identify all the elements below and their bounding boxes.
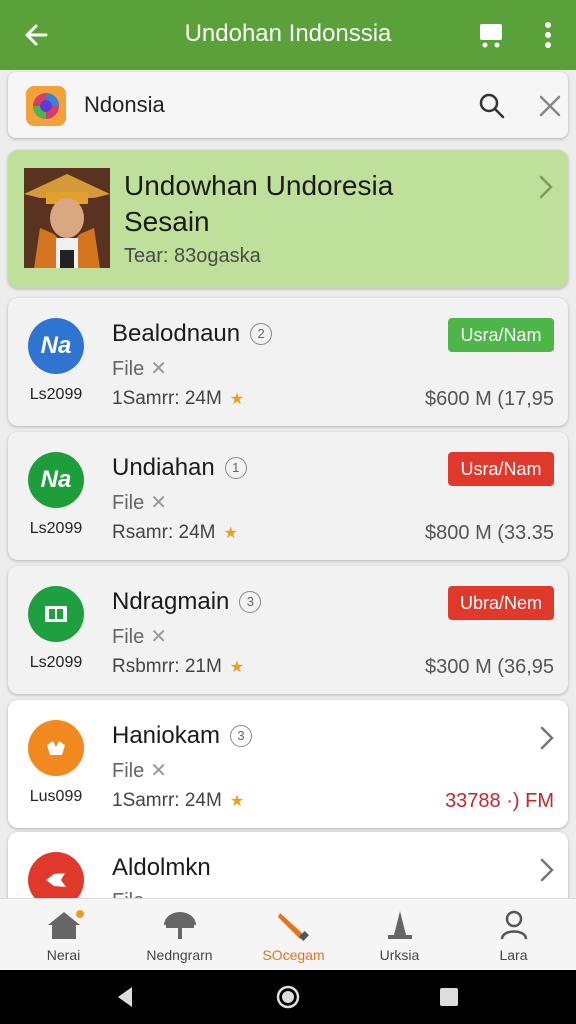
featured-subtitle: Tear: 83ogaska [124, 245, 261, 267]
close-small-icon: ✕ [150, 492, 167, 514]
item-price: $600 M (17,95 [425, 388, 554, 410]
item-meta: 1Samrr: 24M ★ [112, 388, 245, 409]
item-file: File ✕ [112, 358, 167, 380]
item-name: Aldolmkn [112, 854, 211, 881]
status-badge[interactable]: Usra/Nam [448, 452, 554, 486]
item-name: Bealodnaun 2 [112, 320, 273, 348]
item-file: File ✕ [112, 760, 167, 782]
nav-label: Lara [499, 947, 528, 963]
search-input[interactable]: Ndonsia [84, 92, 165, 118]
badge-icon [28, 720, 84, 776]
app-icon: Na [28, 318, 84, 374]
item-name: Ndragmain 3 [112, 588, 262, 616]
item-number: 3 [230, 725, 253, 747]
item-code: Ls2099 [29, 654, 83, 671]
star-icon: ★ [229, 391, 245, 408]
nav-label: SOcegam [262, 947, 325, 963]
item-number: 1 [224, 457, 247, 479]
list-item[interactable]: Na Ls2099 Bealodnaun 2 File ✕ 1Samrr: 24M ★… [8, 298, 568, 426]
item-code: Lus099 [29, 788, 83, 805]
item-name: Undiahan 1 [112, 454, 247, 482]
status-badge[interactable]: Ubra/Nem [448, 586, 554, 620]
search-icon[interactable] [478, 92, 506, 120]
chevron-right-icon[interactable] [536, 724, 558, 752]
featured-photo [24, 168, 110, 268]
nav-label: Nerai [46, 947, 81, 963]
book-icon [28, 586, 84, 642]
list-item[interactable]: Lus099 Haniokam 3 File ✕ 1Samrr: 24M ★ 3378… [8, 700, 568, 828]
status-badge[interactable]: Usra/Nam [448, 318, 554, 352]
featured-title: Undowhan Undoresia [124, 170, 394, 201]
nav-item-home[interactable]: Nerai [6, 905, 121, 969]
item-code: Ls2099 [29, 520, 83, 537]
chevron-right-icon[interactable] [536, 856, 558, 884]
home-circle-icon[interactable] [275, 984, 301, 1010]
nav-item-cone[interactable]: Urksia [342, 905, 457, 969]
item-name: Haniokam 3 [112, 722, 253, 750]
item-meta: Rsamr: 24M ★ [112, 522, 238, 543]
home-icon [47, 910, 84, 939]
nav-label: Urksia [379, 947, 420, 963]
featured-title-2: Sesain [124, 206, 210, 237]
app-bar: Undohan Indonssia [0, 0, 576, 70]
item-file: File ✕ [112, 492, 167, 514]
item-meta: 1Samrr: 24M ★ [112, 790, 245, 811]
item-price: $300 M (36,95 [425, 656, 554, 678]
star-icon: ★ [229, 793, 245, 810]
star-icon: ★ [223, 525, 238, 542]
nav-item-brush[interactable]: SOcegam [236, 905, 351, 969]
item-price: $800 M (33.35 [425, 522, 554, 544]
nav-label: Nedngrarn [146, 947, 213, 963]
close-small-icon: ✕ [150, 626, 167, 648]
person-icon [500, 910, 527, 940]
list-item[interactable]: Ls2099 Ndragmain 3 File ✕ Rsbmrr: 21M ★ Ubr… [8, 566, 568, 694]
nav-item-profile[interactable]: Lara [456, 905, 571, 969]
item-number: 2 [250, 323, 273, 345]
search-bar[interactable]: Ndonsia [8, 72, 568, 138]
bottom-nav: Nerai Nedngrarn SOcegam Urksia Lara [0, 898, 576, 970]
nav-item-bookmark[interactable]: Nedngrarn [122, 905, 237, 969]
chevron-right-icon[interactable] [534, 172, 558, 202]
item-number: 3 [239, 591, 262, 613]
more-vert-icon[interactable] [536, 18, 560, 52]
app-logo [26, 86, 66, 126]
cone-icon [387, 911, 412, 939]
star-icon: ★ [229, 659, 245, 676]
app-icon: Na [28, 452, 84, 508]
back-icon[interactable] [112, 984, 138, 1010]
item-price: 33788 ·) FM [445, 790, 554, 812]
close-small-icon: ✕ [150, 358, 167, 380]
cart-icon[interactable] [474, 18, 508, 52]
featured-card[interactable]: Undowhan Undoresia Sesain Tear: 83ogaska [8, 150, 568, 288]
close-small-icon: ✕ [150, 760, 167, 782]
list-item[interactable]: Na Ls2099 Undiahan 1 File ✕ Rsamr: 24M ★ Us… [8, 432, 568, 560]
system-nav-bar [0, 970, 576, 1024]
recents-icon[interactable] [436, 984, 462, 1010]
close-icon[interactable] [536, 92, 564, 120]
item-meta: Rsbmrr: 21M ★ [112, 656, 245, 677]
brush-icon [277, 913, 309, 941]
item-code: Ls2099 [29, 386, 83, 403]
bookmark-icon [163, 912, 196, 939]
item-file: File ✕ [112, 626, 167, 648]
